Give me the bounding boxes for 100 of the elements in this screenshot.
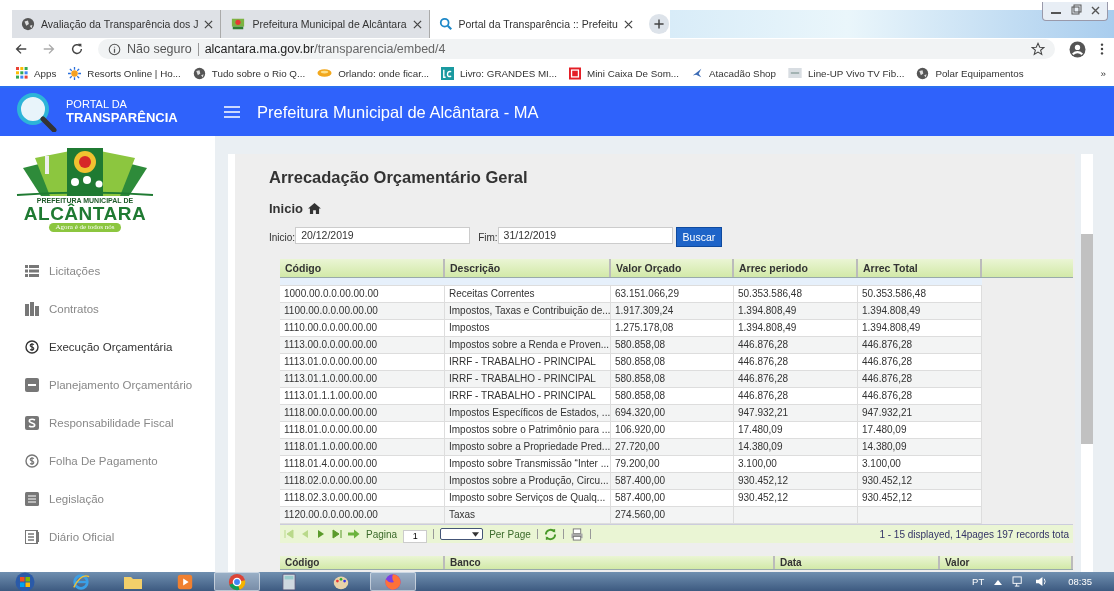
close-icon[interactable] (412, 19, 422, 29)
print-icon[interactable] (569, 527, 584, 541)
caret-icon (472, 531, 480, 537)
list-icon (25, 265, 39, 277)
new-tab-icon[interactable] (647, 13, 670, 35)
browser-tab[interactable]: Avaliação da Transparência dos J (12, 10, 222, 38)
security-label: Não seguro (127, 42, 192, 56)
site-title: Prefeitura Municipal de Alcântara - MA (257, 102, 539, 122)
bookmark-label: Mini Caixa De Som... (587, 67, 679, 79)
bookmark[interactable]: Tudo sobre o Rio Q... (192, 66, 306, 80)
dollar-circle-icon (25, 340, 39, 354)
column-header[interactable]: Valor (940, 556, 1073, 569)
end-date-field[interactable]: 31/12/2019 (497, 226, 673, 244)
sidebar-item[interactable]: Responsabilidade Fiscal (0, 404, 215, 442)
taskbar-app[interactable] (370, 572, 416, 591)
url-text: alcantara.ma.gov.br/transparencia/embed/4 (204, 42, 446, 56)
column-header[interactable]: Banco (445, 556, 775, 569)
page-title: Arrecadação Orçamentário Geral (269, 168, 529, 187)
thumbnail-icon (788, 68, 802, 78)
sidebar-item[interactable]: Legislação (0, 480, 215, 518)
journal-icon (25, 530, 39, 544)
records-summary: 1 - 15 displayed, 14pages 197 records tota (879, 528, 1069, 540)
brand-text: TRANSPARÊNCIA (66, 110, 178, 126)
page-number-field[interactable]: 1 (403, 529, 428, 543)
bookmark-label: Orlando: onde ficar... (338, 67, 430, 79)
tray-arrow-icon[interactable] (994, 578, 1003, 585)
fox-logo-icon (384, 572, 402, 591)
store-logo-icon (569, 66, 581, 80)
e-logo-icon (72, 572, 90, 591)
search-button[interactable]: Buscar (675, 227, 723, 247)
end-date-label: Fim: (478, 231, 498, 243)
bookmark-label: Line-UP Vivo TV Fib... (808, 67, 905, 79)
bookmark[interactable]: Polar Equipamentos (916, 66, 1024, 80)
bookmark[interactable]: Atacadão Shop (691, 67, 776, 79)
sidebar-item[interactable]: Execução Orçamentária (0, 328, 215, 366)
per-page-dropdown[interactable] (440, 528, 484, 540)
sidebar-item[interactable]: Contratos (0, 290, 215, 328)
dollar-circle-icon (25, 454, 39, 468)
back-icon[interactable] (14, 42, 28, 56)
bookmark[interactable]: Apps (16, 67, 57, 79)
page-label: Pagina (366, 528, 398, 540)
lc-logo-icon (441, 66, 455, 80)
address-field[interactable]: Não seguro alcantara.ma.gov.br/transparencia/embed/4 (98, 39, 1055, 59)
globe-icon (192, 66, 206, 80)
bookmark-label: Polar Equipamentos (935, 67, 1024, 79)
bookmark-label: Tudo sobre o Rio Q... (211, 67, 306, 79)
language-indicator[interactable]: PT (972, 576, 985, 587)
next-page-icon[interactable] (316, 529, 326, 539)
tab-title: Portal da Transparência :: Prefeitu (458, 18, 618, 30)
bookmark-label: Apps (34, 67, 57, 79)
globe-icon (21, 17, 35, 31)
clock[interactable]: 08:35 (1068, 576, 1092, 587)
tab-title: Avaliação da Transparência dos J (41, 18, 199, 30)
calculator-icon (282, 572, 296, 591)
globe-icon (916, 66, 930, 80)
sun-icon (68, 66, 82, 80)
start-date-label: Inicio: (269, 231, 296, 243)
taskbar-app[interactable] (214, 572, 260, 591)
s-square-icon (25, 416, 39, 430)
close-icon[interactable] (204, 19, 214, 29)
home-icon (307, 203, 321, 214)
bookmark[interactable]: Resorts Online | Ho... (68, 66, 181, 80)
city-name: ALCÂNTARA (23, 204, 147, 223)
sidebar-item[interactable]: Planejamento Orçamentário (0, 366, 215, 404)
search-icon (438, 17, 453, 31)
magnifier-logo-icon (16, 92, 60, 132)
scrollbar-thumb[interactable] (1081, 234, 1093, 444)
browser-logo-icon (228, 572, 246, 591)
play-icon (176, 572, 194, 591)
speaker-icon[interactable] (1035, 576, 1049, 587)
bookmark-label: Atacadão Shop (709, 67, 776, 79)
bookmark[interactable]: Line-UP Vivo TV Fib... (788, 67, 905, 79)
column-header[interactable]: Data (775, 556, 940, 569)
start-date-field[interactable]: 20/12/2019 (295, 226, 471, 244)
bookmark-label: Resorts Online | Ho... (87, 67, 181, 79)
breadcrumb-label: Inicio (269, 201, 303, 216)
minus-square-icon (25, 378, 39, 392)
window-controls[interactable] (1042, 2, 1108, 21)
books-icon (25, 302, 39, 316)
column-header[interactable]: Código (280, 556, 445, 569)
last-page-icon[interactable] (332, 529, 342, 539)
reload-icon[interactable] (70, 42, 84, 56)
tab-title: Prefeitura Municipal de Alcântara (252, 18, 407, 30)
sidebar-item[interactable]: Folha De Pagamento (0, 442, 215, 480)
bookmark-star-icon[interactable] (1031, 42, 1045, 56)
account-icon[interactable] (1069, 40, 1086, 58)
menu-icon[interactable] (1100, 42, 1104, 56)
bird-icon (691, 67, 703, 79)
more-bookmarks-chevron[interactable]: » (1100, 67, 1106, 79)
info-icon (108, 42, 121, 56)
apps-grid-icon (16, 67, 28, 79)
browser-tab[interactable]: Prefeitura Municipal de Alcântara (221, 10, 430, 38)
bookmark[interactable]: Mini Caixa De Som... (569, 66, 679, 80)
per-page-label: Per Page (489, 528, 531, 540)
sidebar-item[interactable]: Diário Oficial (0, 518, 215, 556)
close-icon[interactable] (623, 19, 633, 29)
bookmark[interactable]: Livro: GRANDES MI... (441, 66, 557, 80)
sidebar-item[interactable]: Licitações (0, 252, 215, 290)
bookmark[interactable]: Orlando: onde ficar... (317, 67, 430, 79)
refresh-icon[interactable] (543, 527, 557, 541)
